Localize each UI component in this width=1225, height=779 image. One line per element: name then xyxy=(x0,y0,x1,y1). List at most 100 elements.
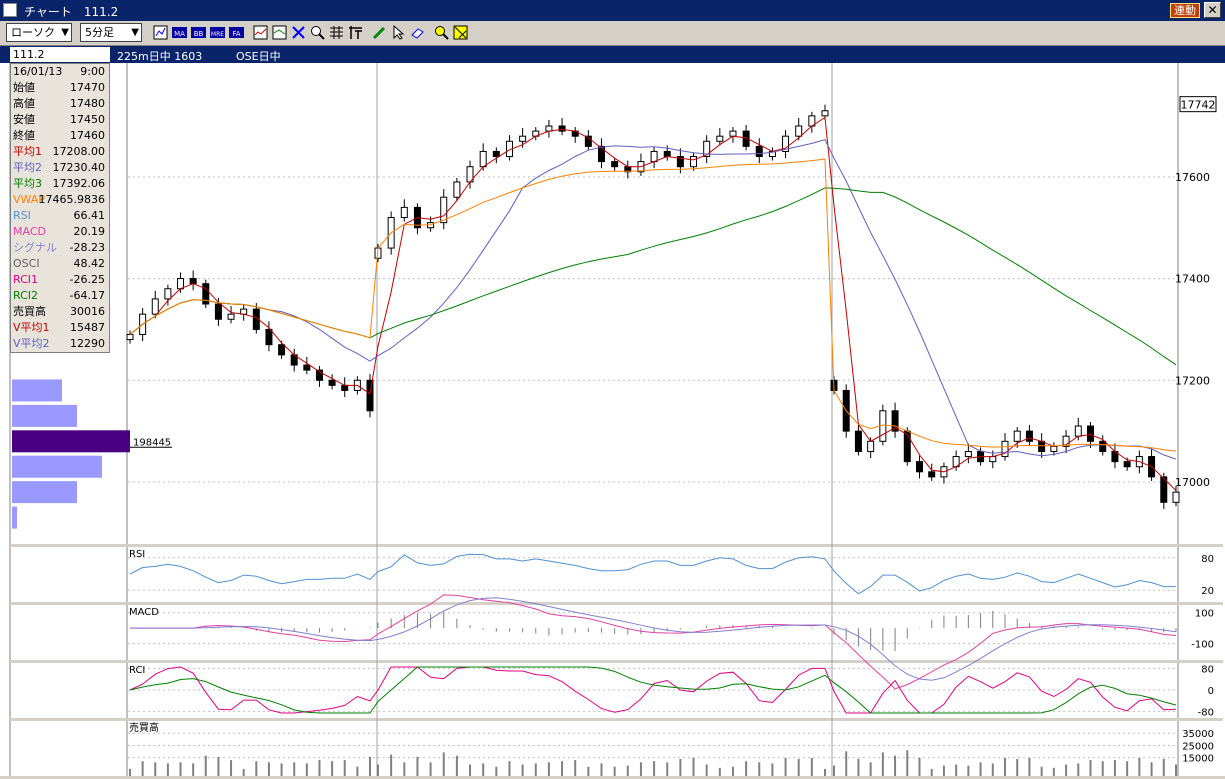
panel-separator xyxy=(10,718,1223,721)
volume-profile-bar xyxy=(12,455,102,478)
info-value: 17465.9836 xyxy=(38,193,105,206)
candle-body xyxy=(755,145,763,158)
candle-body xyxy=(1087,425,1094,442)
compare-icon[interactable] xyxy=(271,24,288,41)
candle-body xyxy=(1172,491,1180,503)
candle-body xyxy=(558,125,566,132)
ma-icon[interactable]: MA xyxy=(171,24,188,41)
info-label: 平均1 xyxy=(13,145,42,158)
info-value: 48.42 xyxy=(73,257,106,270)
info-label: MACD xyxy=(13,225,46,238)
search-icon[interactable] xyxy=(433,24,450,41)
price-tick-label: 17200 xyxy=(1175,374,1210,387)
pointer-icon[interactable] xyxy=(390,24,407,41)
grid-icon[interactable] xyxy=(328,24,345,41)
info-label: V平均2 xyxy=(13,337,50,350)
toolbar: ローソク ▼ 5分足 ▼ MA BB MRE FA xyxy=(0,21,1225,46)
chart-settings-icon[interactable] xyxy=(152,24,169,41)
panel-tick-label: 25000 xyxy=(1182,741,1214,752)
panel-tick-label: 100 xyxy=(1195,609,1214,620)
info-row: RCI1 -26.25 xyxy=(11,272,109,288)
candle-body xyxy=(1050,445,1058,452)
candle-body xyxy=(854,430,862,452)
info-value: 17470 xyxy=(70,81,105,94)
panel-tick-label: 80 xyxy=(1201,554,1214,565)
chart-area[interactable]: 17000 17200 17400 17600 17742 198445 80 20 RSI 10… xyxy=(0,63,1225,776)
svg-text:MA: MA xyxy=(174,30,185,38)
current-price-label: 17742 xyxy=(1181,99,1216,112)
volume-profile-bar xyxy=(12,404,77,427)
cursor-mark-icon[interactable] xyxy=(290,24,307,41)
info-label: RSI xyxy=(13,209,31,222)
candle-body xyxy=(328,379,336,386)
candle-body xyxy=(795,125,803,137)
mre-icon[interactable]: MRE xyxy=(209,24,226,41)
panel-tick-label: -100 xyxy=(1191,640,1214,651)
candle-body xyxy=(366,379,374,412)
volume-profile-bar xyxy=(12,430,130,453)
info-label: 平均2 xyxy=(13,161,42,174)
info-row: 安値 17450 xyxy=(11,112,109,128)
zoom-icon[interactable] xyxy=(309,24,326,41)
candle-body xyxy=(690,156,698,168)
eraser-icon[interactable] xyxy=(409,24,426,41)
candle-body xyxy=(214,303,222,320)
chart-type-select[interactable]: ローソク ▼ xyxy=(6,23,72,42)
panel-tick-label: 80 xyxy=(1201,664,1214,675)
window-title: チャート 111.2 xyxy=(24,5,119,19)
info-value: 12290 xyxy=(70,337,105,350)
code-field[interactable]: 111.2 xyxy=(10,47,110,62)
draw-line-icon[interactable] xyxy=(452,24,469,41)
info-row: V平均1 15487 xyxy=(11,320,109,336)
chart-svg[interactable]: 17000 17200 17400 17600 17742 198445 80 20 RSI 10… xyxy=(0,63,1225,776)
info-row: 平均2 17230.40 xyxy=(11,160,109,176)
line-chart-icon[interactable] xyxy=(252,24,269,41)
candle-body xyxy=(189,278,197,285)
price-tick-label: 17400 xyxy=(1175,273,1210,286)
chart-app-icon xyxy=(3,3,17,17)
info-row: 平均3 17392.06 xyxy=(11,176,109,192)
candle-body xyxy=(1013,430,1021,442)
candle-body xyxy=(400,206,408,219)
fa-icon[interactable]: FA xyxy=(228,24,245,41)
bb-icon[interactable]: BB xyxy=(190,24,207,41)
candle-body xyxy=(663,150,671,158)
info-row: 始値 17470 xyxy=(11,80,109,96)
candle-body xyxy=(928,471,936,478)
candle-body xyxy=(1099,440,1107,452)
volume-profile-bar xyxy=(12,481,77,504)
pen-icon[interactable] xyxy=(371,24,388,41)
candle-body xyxy=(303,364,311,371)
candle-body xyxy=(1025,430,1033,442)
panel-label: RSI xyxy=(129,549,145,560)
info-value: -28.23 xyxy=(69,241,105,254)
candle-body xyxy=(265,328,273,346)
price-tick-label: 17600 xyxy=(1175,171,1210,184)
info-row: V平均2 12290 xyxy=(11,336,109,352)
candle-body xyxy=(903,430,911,463)
chevron-down-icon: ▼ xyxy=(131,27,139,38)
crosshair-icon[interactable] xyxy=(347,24,364,41)
candle-body xyxy=(821,110,829,117)
info-value: 15487 xyxy=(70,321,105,334)
link-button[interactable]: 連動 xyxy=(1170,3,1200,18)
info-row: 終値 17460 xyxy=(11,128,109,144)
market-label: OSE日中 xyxy=(236,50,281,63)
info-value: 9:00 xyxy=(80,65,105,78)
info-value: 17460 xyxy=(70,129,105,142)
chevron-down-icon: ▼ xyxy=(61,27,69,38)
title-bar: チャート 111.2 連動 ✕ xyxy=(0,0,1225,21)
panel-label: 売買高 xyxy=(129,721,159,734)
panel-tick-label: 15000 xyxy=(1182,754,1214,765)
info-row: 売買高 30016 xyxy=(11,304,109,320)
svg-text:FA: FA xyxy=(232,30,240,38)
candle-body xyxy=(1074,425,1082,437)
info-label: OSCI xyxy=(13,257,40,270)
close-button[interactable]: ✕ xyxy=(1204,2,1221,18)
info-label: V平均1 xyxy=(13,321,50,334)
candle-body xyxy=(867,440,875,452)
info-panel: 16/01/13 9:00 始値 17470 高値 17480 安値 17450 終値 17460… xyxy=(10,63,110,353)
info-label: 平均3 xyxy=(13,177,42,190)
interval-select[interactable]: 5分足 ▼ xyxy=(80,23,142,42)
panel-label: MACD xyxy=(129,607,159,618)
